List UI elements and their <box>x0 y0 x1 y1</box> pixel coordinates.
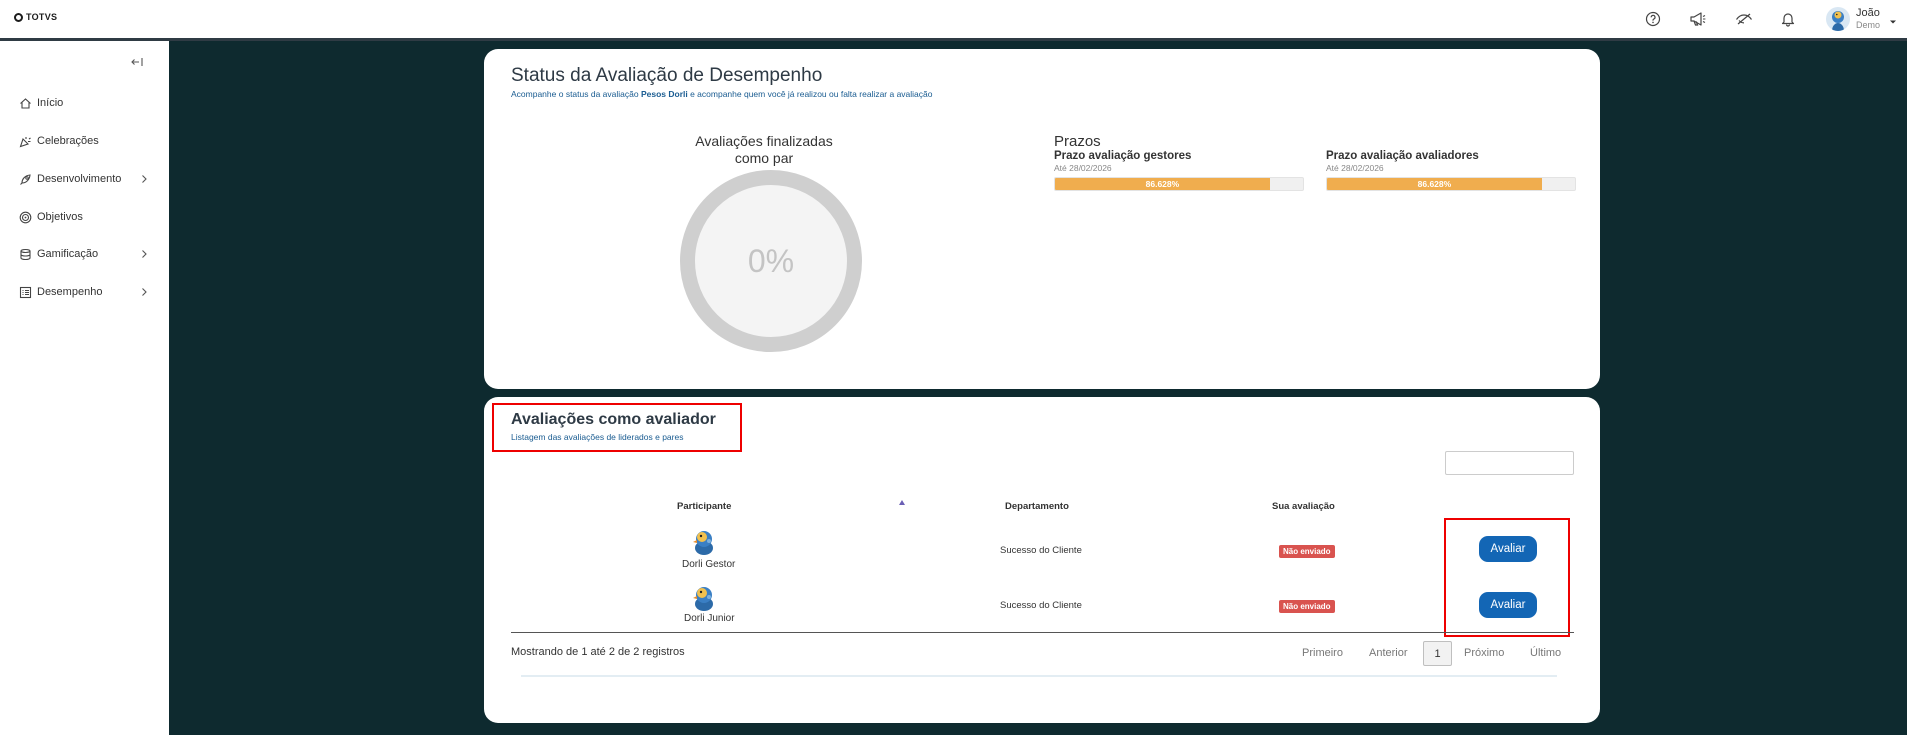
sidebar-item-label: Início <box>37 97 64 109</box>
prazo-avaliadores: Prazo avaliação avaliadores Até 28/02/20… <box>1326 150 1576 191</box>
status-card: Status da Avaliação de Desempenho Acompa… <box>484 49 1600 389</box>
evaluator-subtitle: Listagem das avaliações de liderados e p… <box>511 432 684 442</box>
sidebar-item-desenvolvimento[interactable]: Desenvolvimento <box>18 169 158 189</box>
megaphone-icon[interactable] <box>1688 9 1708 29</box>
horizontal-scrollbar[interactable] <box>521 675 1557 677</box>
collapse-sidebar-icon[interactable] <box>130 55 144 69</box>
rocket-icon <box>18 172 32 186</box>
department-cell: Sucesso do Cliente <box>1000 600 1082 611</box>
table-info: Mostrando de 1 até 2 de 2 registros <box>511 646 685 658</box>
sidebar-item-desempenho[interactable]: Desempenho <box>18 282 158 302</box>
participant-avatar <box>689 526 719 556</box>
sort-asc-icon[interactable] <box>899 500 905 505</box>
sidebar-item-label: Gamificação <box>37 248 99 260</box>
sidebar-item-inicio[interactable]: Início <box>18 93 158 113</box>
table-bottom-border <box>511 632 1574 633</box>
chevron-down-icon[interactable] <box>1889 13 1897 24</box>
status-badge: Não enviado <box>1279 545 1335 558</box>
evaluator-card: Avaliações como avaliador Listagem das a… <box>484 397 1600 723</box>
top-bar: TOTVS João Demo <box>0 0 1907 41</box>
prazo-date: Até 28/02/2026 <box>1326 163 1384 173</box>
pagination-last[interactable]: Último <box>1530 647 1561 659</box>
party-icon <box>18 134 32 148</box>
sidebar: Início Celebrações Desenvolvimento Objet… <box>0 41 169 735</box>
evaluator-title: Avaliações como avaliador <box>511 411 716 428</box>
sidebar-item-celebracoes[interactable]: Celebrações <box>18 131 158 151</box>
sidebar-item-label: Desempenho <box>37 286 103 298</box>
sidebar-item-gamificacao[interactable]: Gamificação <box>18 244 158 264</box>
user-name[interactable]: João <box>1856 8 1880 19</box>
coins-icon <box>18 247 32 261</box>
progress-bar: 86.628% <box>1054 177 1304 191</box>
eye-off-icon[interactable] <box>1734 9 1754 29</box>
pagination-previous[interactable]: Anterior <box>1369 647 1408 659</box>
prazo-gestores: Prazo avaliação gestores Até 28/02/2026 … <box>1054 150 1304 191</box>
user-role: Demo <box>1856 20 1881 30</box>
sidebar-item-label: Celebrações <box>37 135 99 147</box>
status-title: Status da Avaliação de Desempenho <box>511 65 823 86</box>
pagination-next[interactable]: Próximo <box>1464 647 1504 659</box>
prazos-title: Prazos <box>1054 133 1101 150</box>
donut-title: Avaliações finalizadas como par <box>695 133 833 166</box>
home-icon <box>18 96 32 110</box>
column-header-sua-avaliacao[interactable]: Sua avaliação <box>1272 501 1335 512</box>
sidebar-item-objetivos[interactable]: Objetivos <box>18 207 158 227</box>
help-icon[interactable] <box>1643 9 1663 29</box>
participant-name: Dorli Gestor <box>682 559 736 570</box>
target-icon <box>18 210 32 224</box>
totvs-logo[interactable]: TOTVS <box>14 12 57 22</box>
sidebar-item-label: Objetivos <box>37 211 83 223</box>
logo-text: TOTVS <box>26 12 58 22</box>
completion-donut: 0% <box>680 170 862 352</box>
department-cell: Sucesso do Cliente <box>1000 545 1082 556</box>
participant-name: Dorli Junior <box>684 613 735 624</box>
chevron-right-icon <box>140 249 148 259</box>
prazo-label: Prazo avaliação avaliadores <box>1326 150 1479 162</box>
progress-label: 86.628% <box>1145 179 1180 189</box>
progress-fill: 86.628% <box>1055 178 1270 190</box>
checklist-icon <box>18 285 32 299</box>
pagination-first[interactable]: Primeiro <box>1302 647 1343 659</box>
sidebar-item-label: Desenvolvimento <box>37 173 122 185</box>
user-avatar[interactable] <box>1826 7 1850 31</box>
pagination-current-page[interactable]: 1 <box>1423 641 1452 666</box>
prazo-label: Prazo avaliação gestores <box>1054 150 1192 162</box>
bell-icon[interactable] <box>1778 9 1798 29</box>
chevron-right-icon <box>140 174 148 184</box>
participant-avatar <box>689 582 719 612</box>
search-input[interactable] <box>1445 451 1574 475</box>
status-subtitle: Acompanhe o status da avaliação Pesos Do… <box>511 89 933 99</box>
prazo-date: Até 28/02/2026 <box>1054 163 1112 173</box>
donut-value: 0% <box>747 242 795 279</box>
column-header-participante[interactable]: Participante <box>677 501 731 512</box>
logo-ring-icon <box>14 12 23 22</box>
status-badge: Não enviado <box>1279 600 1335 613</box>
progress-fill: 86.628% <box>1327 178 1542 190</box>
progress-label: 86.628% <box>1417 179 1452 189</box>
chevron-right-icon <box>140 287 148 297</box>
highlight-box-actions <box>1444 518 1570 637</box>
progress-bar: 86.628% <box>1326 177 1576 191</box>
column-header-departamento[interactable]: Departamento <box>1005 501 1069 512</box>
